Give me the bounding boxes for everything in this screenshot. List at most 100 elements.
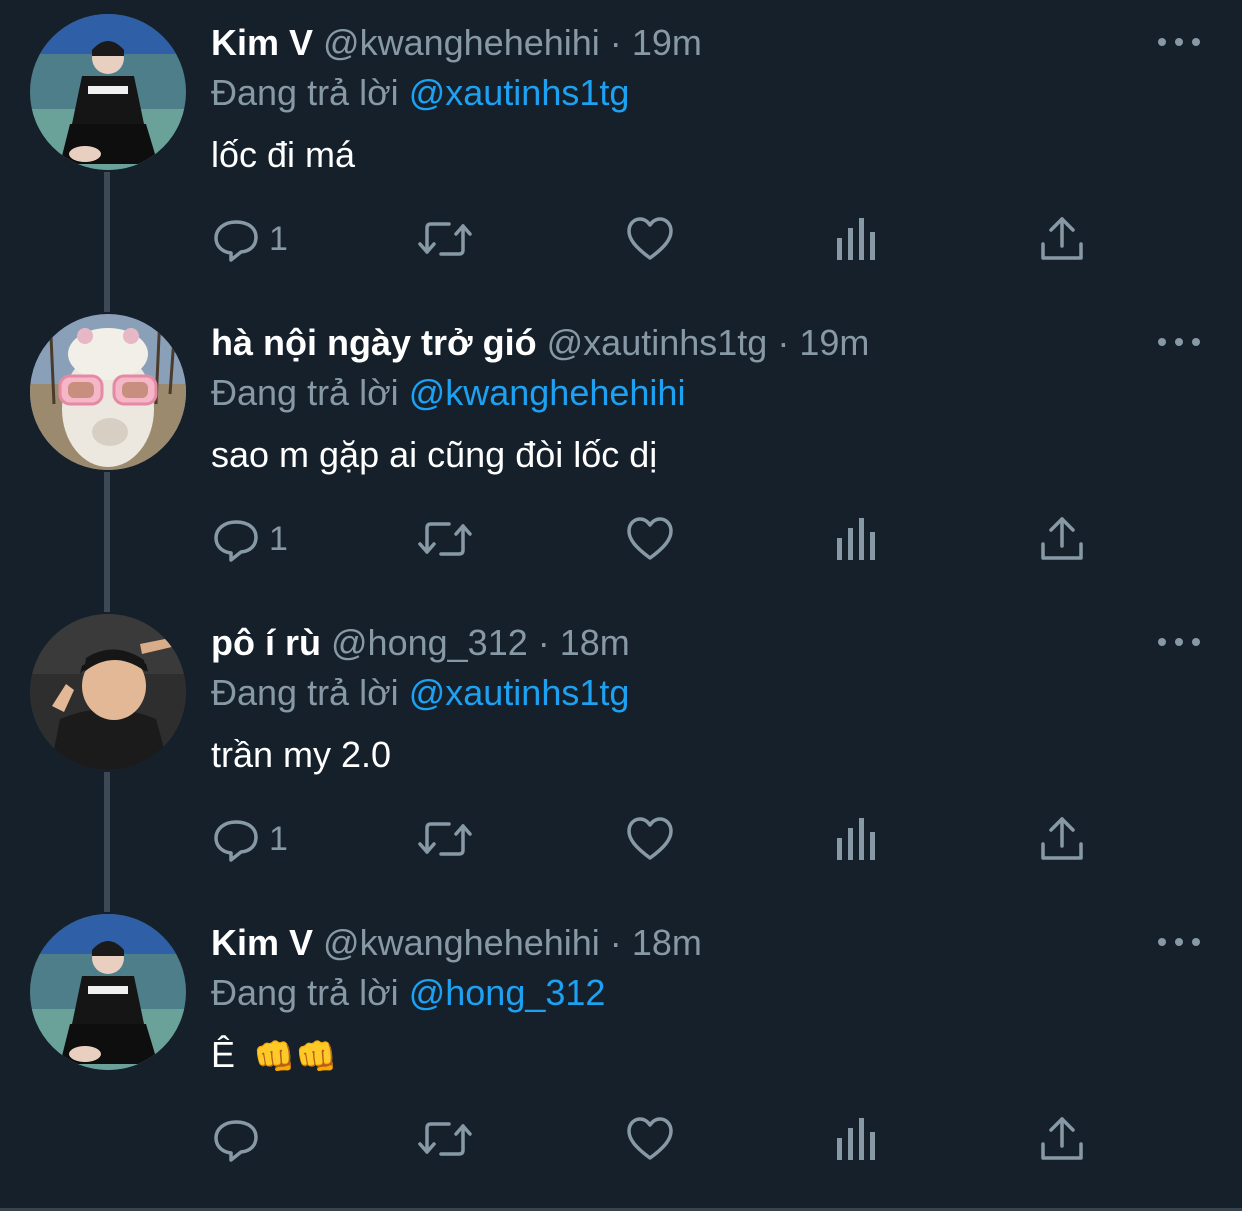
analytics-icon	[837, 218, 875, 260]
tweet-header: hà nội ngày trở gió @xautinhs1tg · 19m	[211, 320, 869, 366]
tweet-text: sao m gặp ai cũng đòi lốc dị	[211, 434, 658, 475]
reply-icon	[214, 220, 258, 262]
reply-icon	[214, 1120, 258, 1162]
replying-to-label: Đang trả lời	[211, 972, 399, 1013]
action-bar: 1	[211, 814, 1111, 864]
replying-to-label: Đang trả lời	[211, 672, 399, 713]
reply-count: 1	[269, 519, 288, 558]
more-icon[interactable]	[1158, 28, 1200, 56]
retweet-button[interactable]	[417, 214, 473, 264]
replying-to: Đang trả lời @xautinhs1tg	[211, 670, 629, 716]
reply-button[interactable]: 1	[211, 514, 288, 564]
reply-button[interactable]: 1	[211, 214, 288, 264]
reply-button[interactable]	[211, 1114, 269, 1164]
tweet-header: Kim V @kwanghehehihi · 18m	[211, 920, 702, 966]
action-bar	[211, 1114, 1111, 1164]
share-button[interactable]	[1037, 214, 1087, 264]
mention-link[interactable]: @kwanghehehihi	[409, 372, 686, 413]
retweet-icon	[418, 1122, 472, 1156]
user-handle[interactable]: @hong_312	[331, 622, 528, 663]
timestamp[interactable]: 19m	[799, 322, 869, 363]
tweet-text: lốc đi má	[211, 134, 356, 175]
tweet-text: Ê 👊👊	[211, 1032, 338, 1080]
display-name[interactable]: hà nội ngày trở gió	[211, 322, 537, 363]
retweet-icon	[418, 222, 472, 256]
tweet-text: trần my 2.0	[211, 734, 392, 775]
separator-dot: ·	[777, 322, 790, 363]
tweet[interactable]: Kim V @kwanghehehihi · 19m Đang trả lời …	[0, 0, 1242, 300]
share-button[interactable]	[1037, 814, 1087, 864]
tweet[interactable]: pô í rù @hong_312 · 18m Đang trả lời @xa…	[0, 600, 1242, 900]
separator-dot: ·	[537, 622, 550, 663]
share-icon	[1041, 217, 1083, 260]
timestamp[interactable]: 19m	[632, 22, 702, 63]
avatar[interactable]	[30, 314, 186, 470]
share-icon	[1041, 1117, 1083, 1160]
retweet-button[interactable]	[417, 1114, 473, 1164]
retweet-button[interactable]	[417, 814, 473, 864]
timestamp[interactable]: 18m	[560, 622, 630, 663]
avatar[interactable]	[30, 914, 186, 1070]
tweet-text-content: Ê	[211, 1034, 236, 1075]
replying-to-label: Đang trả lời	[211, 372, 399, 413]
like-icon	[627, 517, 673, 560]
action-bar: 1	[211, 514, 1111, 564]
separator-dot: ·	[609, 22, 622, 63]
oncoming-fist-emoji: 👊👊	[253, 1038, 338, 1077]
tweet-header: Kim V @kwanghehehihi · 19m	[211, 20, 702, 66]
reply-icon	[214, 520, 258, 562]
share-button[interactable]	[1037, 514, 1087, 564]
retweet-icon	[418, 522, 472, 556]
analytics-icon	[837, 518, 875, 560]
more-icon[interactable]	[1158, 628, 1200, 656]
user-handle[interactable]: @xautinhs1tg	[547, 322, 768, 363]
separator-dot: ·	[609, 922, 622, 963]
analytics-button[interactable]	[833, 514, 883, 564]
reply-count: 1	[269, 219, 288, 258]
like-button[interactable]	[625, 1114, 675, 1164]
retweet-icon	[418, 822, 472, 856]
replying-to-label: Đang trả lời	[211, 72, 399, 113]
analytics-button[interactable]	[833, 814, 883, 864]
like-button[interactable]	[625, 214, 675, 264]
share-icon	[1041, 517, 1083, 560]
display-name[interactable]: Kim V	[211, 22, 313, 63]
reply-button[interactable]: 1	[211, 814, 288, 864]
tweet[interactable]: Kim V @kwanghehehihi · 18m Đang trả lời …	[0, 900, 1242, 1200]
avatar[interactable]	[30, 614, 186, 770]
display-name[interactable]: Kim V	[211, 922, 313, 963]
mention-link[interactable]: @hong_312	[409, 972, 606, 1013]
more-icon[interactable]	[1158, 328, 1200, 356]
retweet-button[interactable]	[417, 514, 473, 564]
more-icon[interactable]	[1158, 928, 1200, 956]
like-icon	[627, 217, 673, 260]
like-icon	[627, 1117, 673, 1160]
share-icon	[1041, 817, 1083, 860]
action-bar: 1	[211, 214, 1111, 264]
mention-link[interactable]: @xautinhs1tg	[409, 72, 630, 113]
tweet-header: pô í rù @hong_312 · 18m	[211, 620, 630, 666]
avatar-kim-v	[30, 14, 186, 170]
analytics-icon	[837, 1118, 875, 1160]
replying-to: Đang trả lời @xautinhs1tg	[211, 70, 629, 116]
tweet[interactable]: hà nội ngày trở gió @xautinhs1tg · 19m Đ…	[0, 300, 1242, 600]
like-button[interactable]	[625, 514, 675, 564]
user-handle[interactable]: @kwanghehehihi	[323, 22, 600, 63]
avatar-alpaca	[30, 314, 186, 470]
display-name[interactable]: pô í rù	[211, 622, 321, 663]
mention-link[interactable]: @xautinhs1tg	[409, 672, 630, 713]
timestamp[interactable]: 18m	[632, 922, 702, 963]
avatar[interactable]	[30, 14, 186, 170]
like-button[interactable]	[625, 814, 675, 864]
analytics-button[interactable]	[833, 214, 883, 264]
replying-to: Đang trả lời @kwanghehehihi	[211, 370, 685, 416]
replying-to: Đang trả lời @hong_312	[211, 970, 605, 1016]
share-button[interactable]	[1037, 1114, 1087, 1164]
avatar-po-i-ru	[30, 614, 186, 770]
avatar-kim-v	[30, 914, 186, 1070]
reply-count: 1	[269, 819, 288, 858]
user-handle[interactable]: @kwanghehehihi	[323, 922, 600, 963]
reply-icon	[214, 820, 258, 862]
reply-thread: Kim V @kwanghehehihi · 19m Đang trả lời …	[0, 0, 1242, 1211]
analytics-button[interactable]	[833, 1114, 883, 1164]
